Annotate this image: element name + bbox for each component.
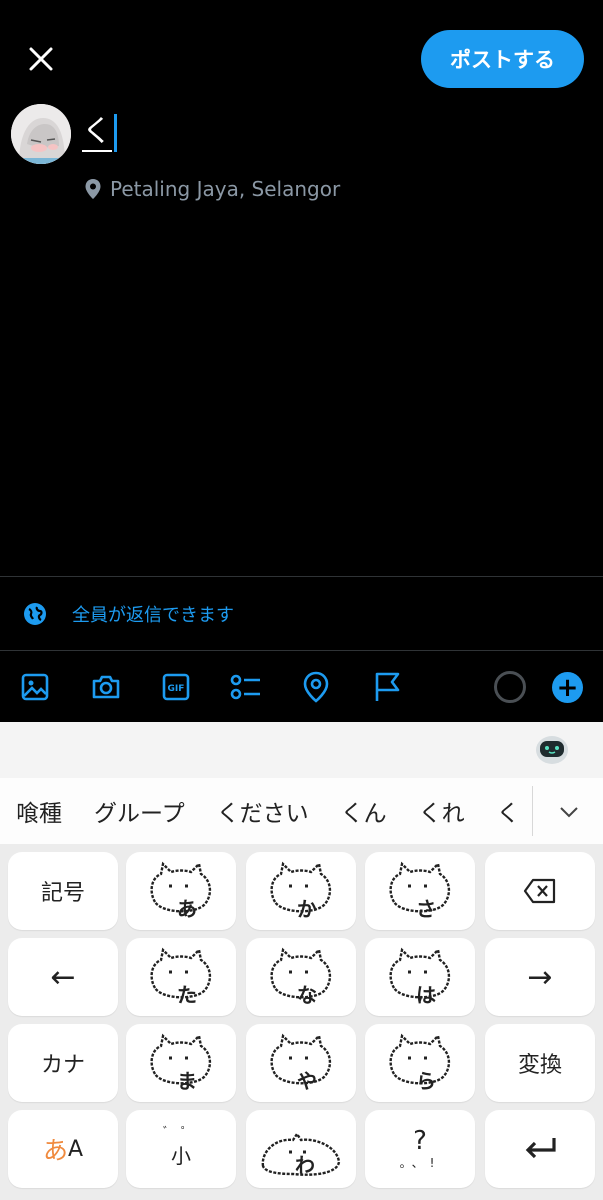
sticker-kana-label: た	[177, 983, 197, 1007]
keyboard-toolbar	[0, 722, 603, 778]
punctuation-key[interactable]: ? 。、!	[365, 1110, 475, 1188]
divider	[532, 786, 533, 836]
globe-icon	[24, 603, 46, 625]
sticker-key-na[interactable]: な	[246, 938, 356, 1016]
symbols-key[interactable]: 記号	[8, 852, 118, 930]
cat-sticker-icon: さ	[389, 861, 451, 921]
divider	[0, 576, 603, 577]
sticker-key-a[interactable]: あ	[126, 852, 236, 930]
divider	[0, 650, 603, 651]
camera-icon[interactable]	[89, 670, 123, 704]
candidate-bar: 喰種 グループ ください くん くれ く	[0, 778, 603, 844]
enter-icon	[525, 1138, 556, 1159]
flag-icon[interactable]	[370, 670, 404, 704]
small-char-key[interactable]: ゛゜ 小	[126, 1110, 236, 1188]
candidate-item[interactable]: くれ	[403, 794, 481, 828]
sticker-kana-label: わ	[295, 1153, 315, 1177]
punctuation-marks-icon: 。、!	[399, 1155, 441, 1170]
sticker-key-ha[interactable]: は	[365, 938, 475, 1016]
sticker-key-ya[interactable]: や	[246, 1024, 356, 1102]
cat-sticker-icon: ら	[389, 1033, 451, 1093]
avatar[interactable]	[11, 104, 71, 164]
cat-sticker-icon: は	[389, 947, 451, 1007]
sticker-key-ra[interactable]: ら	[365, 1024, 475, 1102]
candidate-item[interactable]: くん	[325, 794, 403, 828]
gif-icon[interactable]: GIF	[159, 670, 193, 704]
dakuten-icon: ゛゜	[162, 1125, 199, 1139]
sticker-kana-label: あ	[177, 897, 197, 921]
left-arrow-key[interactable]: ←	[8, 938, 118, 1016]
location-label: Petaling Jaya, Selangor	[110, 177, 341, 201]
ime-keyboard: 喰種 グループ ください くん くれ く 記号 あ か さ ← た な は → …	[0, 722, 603, 1200]
sticker-kana-label: ま	[177, 1069, 197, 1093]
sticker-kana-label: さ	[416, 897, 436, 921]
reply-setting-button[interactable]: 全員が返信できます	[22, 598, 234, 630]
backspace-key[interactable]	[485, 852, 595, 930]
location-pin-icon	[85, 179, 101, 199]
right-arrow-key[interactable]: →	[485, 938, 595, 1016]
candidate-item[interactable]: ください	[201, 794, 325, 828]
post-button[interactable]: ポストする	[421, 30, 584, 88]
cat-sticker-icon: あ	[150, 861, 212, 921]
cat-sticker-icon: た	[150, 947, 212, 1007]
backspace-icon	[523, 878, 556, 904]
character-counter	[494, 671, 526, 703]
reply-setting-label: 全員が返信できます	[72, 605, 234, 626]
sticker-key-ta[interactable]: た	[126, 938, 236, 1016]
convert-key[interactable]: 変換	[485, 1024, 595, 1102]
candidate-item[interactable]: く	[481, 794, 536, 828]
sticker-kana-label: は	[416, 983, 436, 1007]
svg-text:GIF: GIF	[168, 684, 185, 694]
sticker-kana-label: ら	[416, 1069, 436, 1093]
sticker-key-sa[interactable]: さ	[365, 852, 475, 930]
candidate-item[interactable]: 喰種	[0, 794, 78, 828]
chevron-down-icon[interactable]	[554, 798, 584, 826]
sticker-key-wa[interactable]: わ	[246, 1110, 356, 1188]
cat-sticker-icon: わ	[261, 1131, 341, 1177]
sticker-kana-label: や	[297, 1069, 317, 1093]
image-icon[interactable]	[18, 670, 52, 704]
close-icon[interactable]	[26, 44, 56, 74]
compose-text-field[interactable]: く	[82, 110, 117, 156]
katakana-key[interactable]: カナ	[8, 1024, 118, 1102]
mascot-icon[interactable]	[534, 731, 570, 767]
sticker-kana-label: な	[297, 983, 317, 1007]
sticker-key-ma[interactable]: ま	[126, 1024, 236, 1102]
poll-icon[interactable]	[229, 670, 263, 704]
cat-sticker-icon: や	[270, 1033, 332, 1093]
sticker-kana-label: か	[297, 897, 317, 921]
typed-text: く	[82, 114, 112, 152]
location-icon[interactable]	[299, 670, 333, 704]
text-caret	[114, 114, 117, 152]
enter-key[interactable]	[485, 1110, 595, 1188]
cat-sticker-icon: ま	[150, 1033, 212, 1093]
cat-sticker-icon: な	[270, 947, 332, 1007]
kana-mode-key[interactable]: あA	[8, 1110, 118, 1188]
sticker-key-ka[interactable]: か	[246, 852, 356, 930]
candidate-item[interactable]: グループ	[78, 794, 201, 828]
cat-sticker-icon: か	[270, 861, 332, 921]
location-tag[interactable]: Petaling Jaya, Selangor	[84, 176, 340, 202]
add-post-icon[interactable]: +	[552, 672, 583, 703]
